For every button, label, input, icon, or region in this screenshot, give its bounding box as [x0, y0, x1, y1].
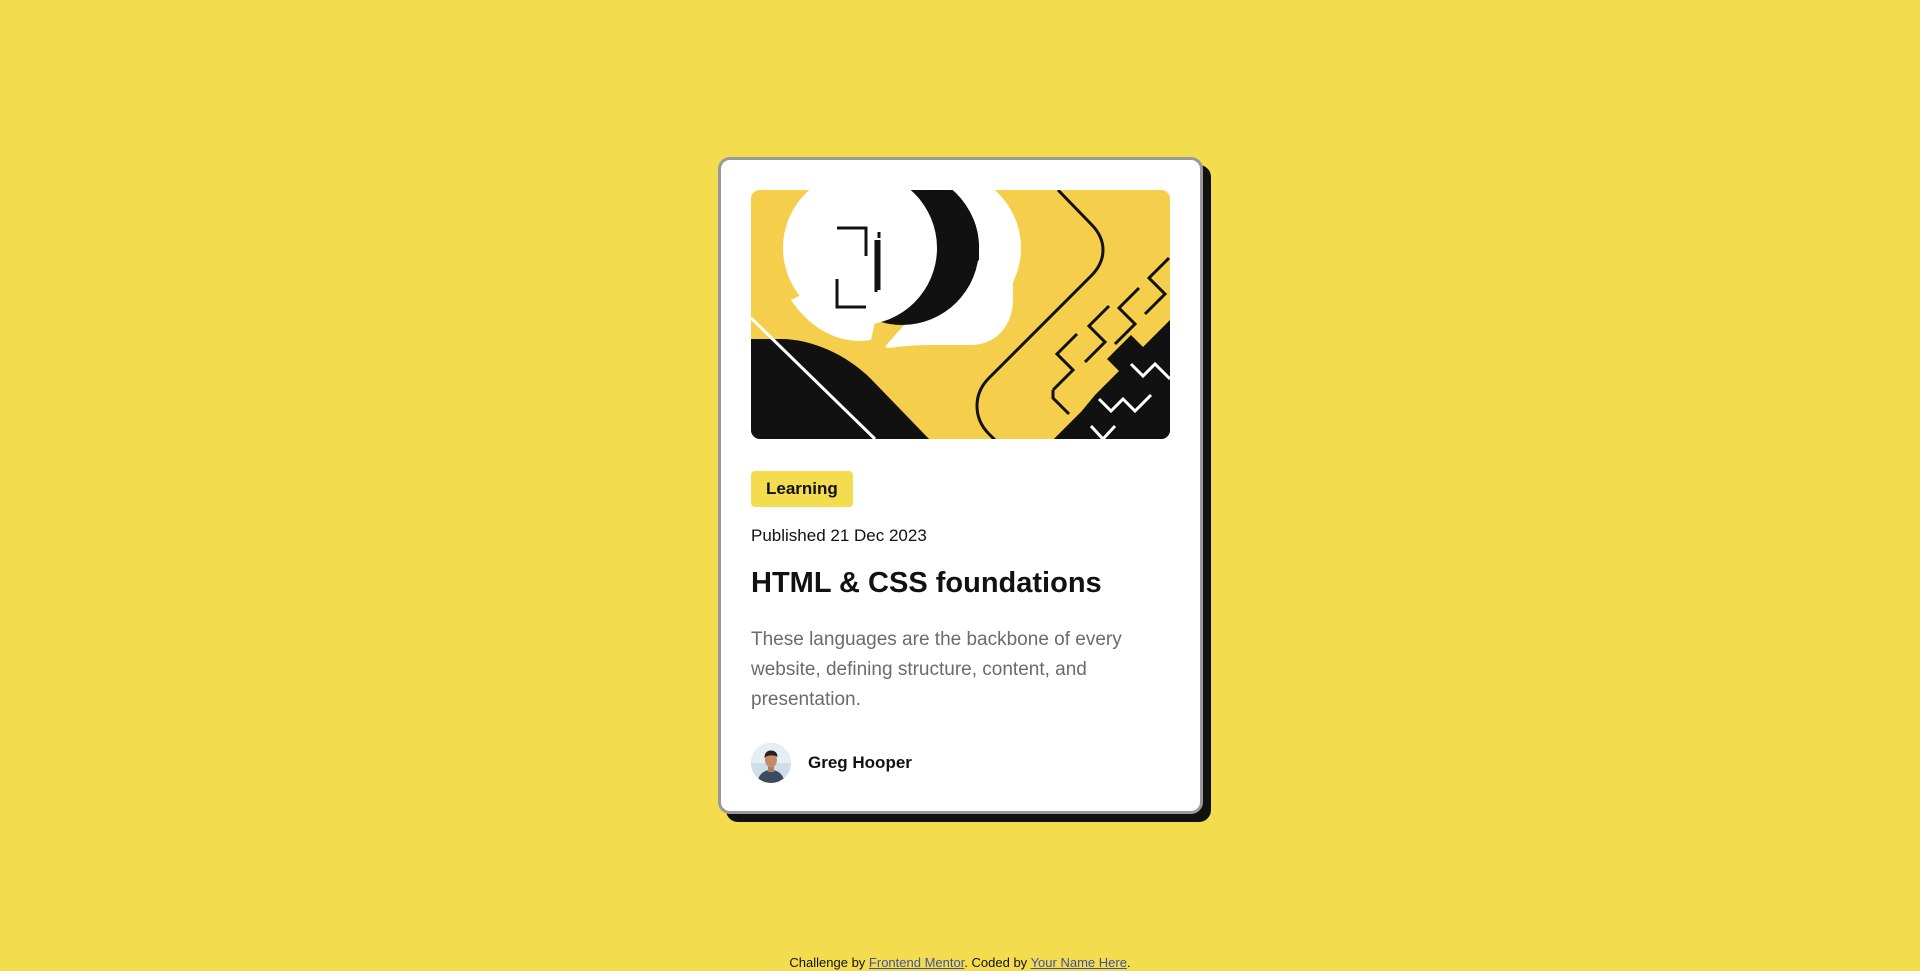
- attribution-prefix: Challenge by: [789, 955, 869, 970]
- author-avatar: [751, 743, 791, 783]
- category-tag: Learning: [751, 471, 853, 507]
- attribution-middle: . Coded by: [964, 955, 1031, 970]
- card-description: These languages are the backbone of ever…: [751, 629, 1122, 710]
- published-date: Published 21 Dec 2023: [751, 526, 927, 545]
- author-link[interactable]: Your Name Here: [1031, 955, 1127, 970]
- blog-preview-card: Learning Published 21 Dec 2023 HTML & CS…: [718, 157, 1203, 814]
- card-title[interactable]: HTML & CSS foundations: [751, 567, 1102, 600]
- attribution-suffix: .: [1126, 955, 1131, 970]
- hero-illustration: [751, 190, 1170, 439]
- frontend-mentor-link[interactable]: Frontend Mentor: [869, 955, 964, 970]
- attribution: Challenge by Frontend Mentor. Coded by Y…: [0, 955, 1920, 970]
- author-name: Greg Hooper: [808, 753, 912, 772]
- author: Greg Hooper: [751, 743, 912, 783]
